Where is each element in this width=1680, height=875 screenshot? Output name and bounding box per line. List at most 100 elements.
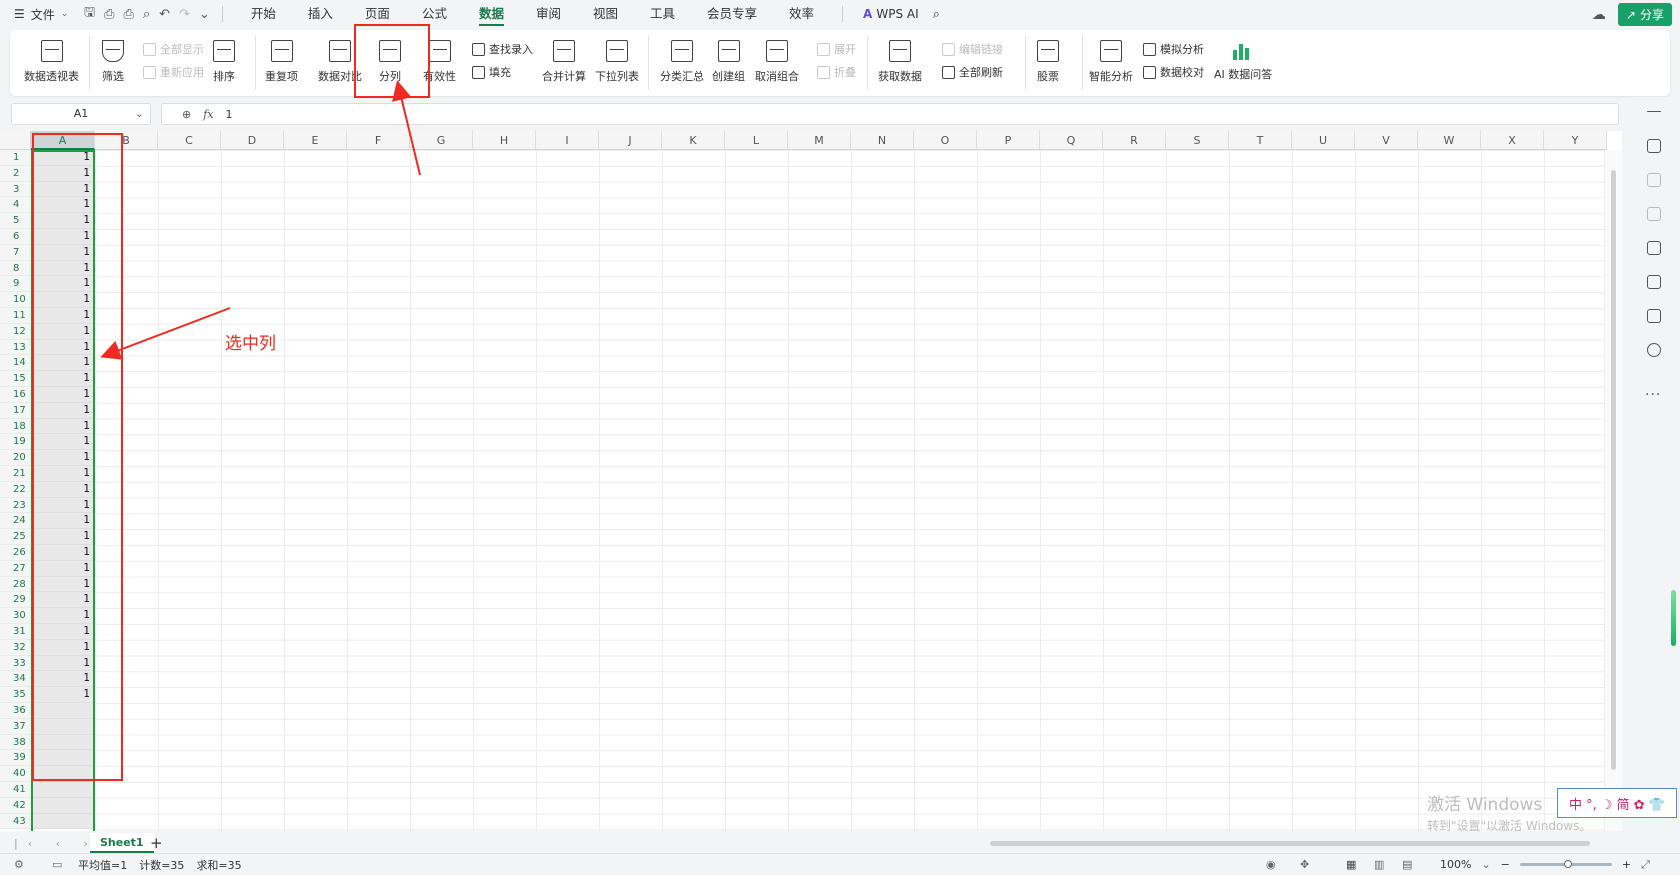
duplicates-button[interactable]: 重复项 <box>265 40 298 84</box>
row-header[interactable]: 12 <box>0 323 31 340</box>
cell-a[interactable]: 1 <box>31 576 95 593</box>
row-header[interactable]: 1 <box>0 150 31 166</box>
row-header[interactable]: 28 <box>0 576 31 593</box>
cell-a[interactable]: 1 <box>31 197 95 214</box>
file-menu[interactable]: ☰ 文件 ⌄ <box>0 6 80 23</box>
count-value[interactable]: 计数=35 <box>139 857 184 873</box>
column-header-n[interactable]: N <box>851 131 914 150</box>
column-header-k[interactable]: K <box>662 131 725 150</box>
column-header-w[interactable]: W <box>1418 131 1481 150</box>
wps-ai-button[interactable]: A WPS AI <box>855 7 927 21</box>
fill-button[interactable]: 填充 <box>472 64 511 80</box>
cell-a[interactable] <box>31 813 95 830</box>
cell-a[interactable]: 1 <box>31 513 95 530</box>
cell-a[interactable] <box>31 718 95 735</box>
cell-mode-icon[interactable]: ▭ <box>52 858 62 871</box>
row-header[interactable]: 30 <box>0 608 31 624</box>
crop-icon[interactable] <box>1647 207 1661 221</box>
sum-value[interactable]: 求和=35 <box>196 857 241 873</box>
zoom-slider[interactable] <box>1519 860 1612 868</box>
row-header[interactable]: 32 <box>0 639 31 656</box>
zoom-slider-knob[interactable] <box>1563 860 1572 868</box>
row-header[interactable]: 27 <box>0 560 31 577</box>
edit-links-button[interactable]: 编辑链接 <box>942 41 1003 57</box>
cell-a[interactable]: 1 <box>31 481 95 498</box>
cloud-sync-icon[interactable]: ☁ <box>1592 7 1606 23</box>
tab-efficiency[interactable]: 效率 <box>773 0 830 28</box>
tab-view[interactable]: 视图 <box>577 0 634 28</box>
dropdown-list-button[interactable]: 下拉列表 <box>595 40 639 84</box>
fullscreen-icon[interactable]: ⤢ <box>1641 858 1650 872</box>
share-button[interactable]: ↗ 分享 <box>1617 3 1672 26</box>
spreadsheet-grid[interactable]: ABCDEFGHIJKLMNOPQRSTUVWXY 11213141516171… <box>0 131 1622 831</box>
column-header-e[interactable]: E <box>284 131 347 150</box>
row-header[interactable]: 3 <box>0 181 31 198</box>
ime-toolbar[interactable]: 中 °, ☽ 简 ✿ 👕 <box>1557 788 1677 818</box>
row-header[interactable]: 22 <box>0 481 31 498</box>
image-edit-icon[interactable] <box>1647 241 1661 255</box>
print-preview-icon[interactable]: ⌕ <box>143 7 150 22</box>
row-header[interactable]: 40 <box>0 766 31 782</box>
row-header[interactable]: 36 <box>0 703 31 719</box>
column-header-o[interactable]: O <box>914 131 977 150</box>
cell-a[interactable] <box>31 766 95 782</box>
column-header-v[interactable]: V <box>1355 131 1418 150</box>
get-data-button[interactable]: 获取数据 <box>878 40 922 84</box>
cell-a[interactable]: 1 <box>31 466 95 482</box>
row-header[interactable]: 11 <box>0 308 31 324</box>
zoom-formula-icon[interactable]: ⊕ <box>182 108 191 121</box>
cell-a[interactable]: 1 <box>31 608 95 624</box>
formula-bar[interactable]: ⊕ fx 1 <box>161 103 1619 125</box>
consolidate-button[interactable]: 合并计算 <box>542 40 586 84</box>
cell-a[interactable]: 1 <box>31 276 95 293</box>
macro-icon[interactable]: ⚙ <box>14 858 24 871</box>
column-header-f[interactable]: F <box>347 131 410 150</box>
cell-gridlines[interactable] <box>95 150 1604 831</box>
row-header[interactable]: 10 <box>0 292 31 308</box>
search-icon[interactable]: ⌕ <box>933 7 940 22</box>
cell-a[interactable]: 1 <box>31 308 95 324</box>
column-header-d[interactable]: D <box>221 131 284 150</box>
column-header-c[interactable]: C <box>158 131 221 150</box>
cell-a[interactable]: 1 <box>31 229 95 245</box>
row-header[interactable]: 38 <box>0 734 31 751</box>
row-header[interactable]: 43 <box>0 813 31 830</box>
column-header-q[interactable]: Q <box>1040 131 1103 150</box>
select-all-corner[interactable] <box>0 131 31 150</box>
tools-icon[interactable] <box>1647 275 1661 289</box>
subtotal-button[interactable]: 分类汇总 <box>660 40 704 84</box>
cell-a[interactable]: 1 <box>31 339 95 356</box>
refresh-all-button[interactable]: 全部刷新 <box>942 64 1003 80</box>
column-header-x[interactable]: X <box>1481 131 1544 150</box>
split-column-button[interactable]: 分列 <box>379 40 401 84</box>
row-header[interactable]: 8 <box>0 260 31 277</box>
column-header-u[interactable]: U <box>1292 131 1355 150</box>
row-header[interactable]: 39 <box>0 750 31 767</box>
tab-tools[interactable]: 工具 <box>634 0 691 28</box>
cell-a[interactable]: 1 <box>31 592 95 609</box>
select-cursor-icon[interactable] <box>1647 139 1661 153</box>
page-break-view-icon[interactable]: ▤ <box>1402 858 1412 871</box>
column-header-s[interactable]: S <box>1166 131 1229 150</box>
zoom-level[interactable]: 100% <box>1440 858 1471 871</box>
row-header[interactable]: 14 <box>0 355 31 372</box>
cell-a[interactable] <box>31 797 95 814</box>
cell-a[interactable]: 1 <box>31 292 95 308</box>
cell-a[interactable]: 1 <box>31 150 95 166</box>
eye-protection-icon[interactable]: ◉ <box>1266 858 1276 871</box>
zoom-dropdown-icon[interactable]: ⌄ <box>1481 858 1490 871</box>
horizontal-scrollbar-thumb[interactable] <box>990 841 1590 846</box>
row-header[interactable]: 5 <box>0 213 31 229</box>
row-header[interactable]: 19 <box>0 434 31 451</box>
column-header-t[interactable]: T <box>1229 131 1292 150</box>
row-header[interactable]: 34 <box>0 671 31 688</box>
expand-button[interactable]: 展开 <box>817 41 856 57</box>
column-header-a[interactable]: A <box>31 131 95 150</box>
column-header-l[interactable]: L <box>725 131 788 150</box>
filter-button[interactable]: 筛选 <box>102 40 124 84</box>
row-header[interactable]: 9 <box>0 276 31 293</box>
smart-analysis-button[interactable]: 智能分析 <box>1089 40 1133 84</box>
cell-a[interactable]: 1 <box>31 450 95 466</box>
row-header[interactable]: 16 <box>0 387 31 403</box>
sheet-tab[interactable]: Sheet1 <box>90 833 154 853</box>
